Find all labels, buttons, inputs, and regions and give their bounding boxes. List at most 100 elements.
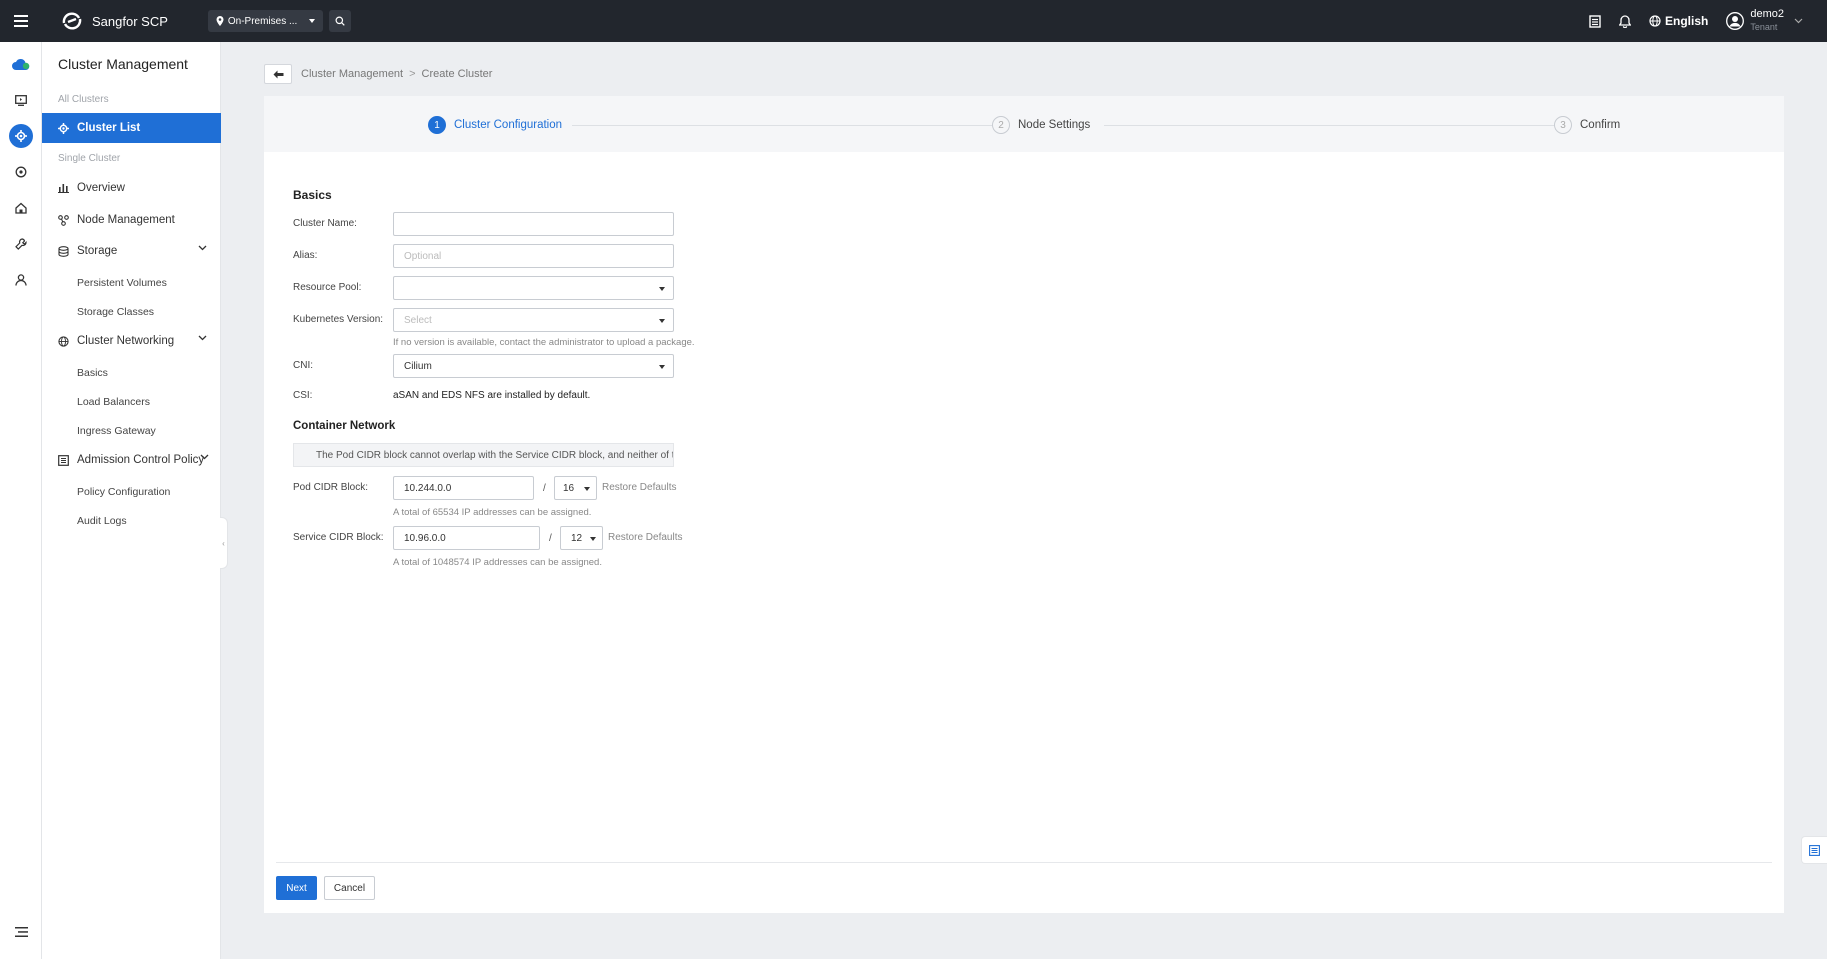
cni-label: CNI: — [293, 360, 313, 371]
step-node-settings[interactable]: 2 Node Settings — [992, 116, 1090, 134]
sidebar-item-label: Cluster List — [77, 122, 141, 134]
step-number: 2 — [992, 116, 1010, 134]
cidr-notice-text: The Pod CIDR block cannot overlap with t… — [316, 449, 673, 461]
home-icon[interactable] — [9, 196, 33, 220]
brand-logo[interactable]: Sangfor SCP — [60, 9, 168, 33]
sidebar-item-audit-logs[interactable]: Audit Logs — [77, 515, 127, 527]
step-indicator: 1 Cluster Configuration 2 Node Settings … — [264, 96, 1784, 152]
monitor-icon[interactable] — [9, 88, 33, 112]
cancel-button[interactable]: Cancel — [324, 876, 375, 900]
sidebar-item-overview[interactable]: Overview — [42, 173, 221, 203]
bell-icon[interactable] — [1619, 14, 1632, 28]
breadcrumb-separator: > — [409, 68, 416, 80]
cloud-icon[interactable] — [9, 52, 33, 76]
step-confirm[interactable]: 3 Confirm — [1554, 116, 1620, 134]
sidebar-item-storage-classes[interactable]: Storage Classes — [77, 306, 154, 318]
kubernetes-version-hint: If no version is available, contact the … — [393, 337, 695, 348]
step-label: Cluster Configuration — [454, 119, 563, 131]
resource-pool-select[interactable] — [393, 276, 674, 300]
alias-input[interactable]: Optional — [393, 244, 674, 268]
sidebar-item-cluster-list[interactable]: Cluster List — [42, 113, 221, 143]
pod-cidr-label: Pod CIDR Block: — [293, 482, 369, 493]
sangfor-logo-icon — [62, 12, 82, 30]
service-cidr-mask-select[interactable]: 12 — [560, 526, 603, 550]
collapse-menu-icon[interactable] — [9, 920, 33, 944]
language-label: English — [1665, 14, 1709, 28]
sidebar-item-storage[interactable]: Storage — [42, 236, 221, 266]
step-label: Confirm — [1580, 119, 1621, 131]
pod-cidr-mask-select[interactable]: 16 — [554, 476, 597, 500]
globe-icon — [58, 335, 69, 347]
alias-placeholder: Optional — [404, 250, 442, 262]
sidebar-item-persistent-volumes[interactable]: Persistent Volumes — [77, 277, 167, 289]
sidebar-collapse-handle[interactable]: ‹ — [220, 517, 228, 569]
bar-chart-icon — [58, 184, 69, 193]
footer-divider — [276, 862, 1772, 863]
sidebar-item-ingress-gateway[interactable]: Ingress Gateway — [77, 425, 156, 437]
step-connector — [572, 125, 992, 126]
avatar-icon — [1726, 12, 1745, 30]
step-number: 3 — [1554, 116, 1572, 134]
back-button[interactable] — [264, 64, 292, 84]
caret-down-icon — [659, 365, 665, 369]
region-selector[interactable]: On-Premises ... — [207, 10, 324, 32]
step-cluster-configuration[interactable]: 1 Cluster Configuration — [428, 116, 562, 134]
resource-pool-label: Resource Pool: — [293, 282, 362, 293]
csi-value: aSAN and EDS NFS are installed by defaul… — [393, 390, 591, 401]
gear-icon — [58, 122, 69, 134]
top-bar: Sangfor SCP On-Premises ... English demo… — [0, 0, 1827, 42]
search-button[interactable] — [329, 10, 352, 32]
service-cidr-slash: / — [549, 533, 552, 544]
list-icon — [1809, 844, 1820, 856]
pod-cidr-input[interactable]: 10.244.0.0 — [393, 476, 534, 500]
service-cidr-hint: A total of 1048574 IP addresses can be a… — [393, 557, 602, 568]
nodes-icon — [58, 214, 69, 226]
service-cidr-restore-defaults-link[interactable]: Restore Defaults — [608, 532, 682, 543]
sidebar-group-single-cluster: Single Cluster — [58, 153, 121, 164]
pod-cidr-slash: / — [543, 483, 546, 494]
sidebar-item-label: Node Management — [77, 214, 175, 226]
floating-panel-button[interactable] — [1801, 836, 1827, 864]
document-icon[interactable] — [1589, 14, 1601, 28]
network-hub-icon[interactable] — [9, 160, 33, 184]
database-icon — [58, 245, 69, 257]
sidebar-item-label: Cluster Networking — [77, 335, 175, 347]
csi-label: CSI: — [293, 390, 313, 401]
container-network-section-title: Container Network — [293, 420, 396, 432]
cluster-name-input[interactable] — [393, 212, 674, 236]
sidebar-item-policy-configuration[interactable]: Policy Configuration — [77, 486, 170, 498]
sidebar-item-cluster-networking[interactable]: Cluster Networking — [42, 326, 221, 356]
kubernetes-version-placeholder: Select — [404, 314, 432, 326]
globe-icon — [1649, 15, 1661, 27]
icon-rail — [0, 42, 42, 959]
cni-select[interactable]: Cilium — [393, 354, 674, 378]
cni-value: Cilium — [404, 360, 432, 372]
sidebar-item-label: Storage — [77, 245, 118, 257]
sidebar-item-load-balancers[interactable]: Load Balancers — [77, 396, 150, 408]
next-button[interactable]: Next — [276, 876, 317, 900]
sidebar-item-admission-control-policy[interactable]: Admission Control Policy — [42, 445, 221, 475]
pod-cidr-restore-defaults-link[interactable]: Restore Defaults — [602, 482, 676, 493]
kubernetes-version-select[interactable]: Select — [393, 308, 674, 332]
step-number: 1 — [428, 116, 446, 134]
sidebar-item-node-management[interactable]: Node Management — [42, 205, 221, 235]
chevron-down-icon — [198, 335, 207, 341]
sidebar-title: Cluster Management — [58, 56, 188, 72]
caret-down-icon — [584, 487, 590, 491]
pod-cidr-mask-value: 16 — [563, 482, 575, 494]
caret-down-icon — [659, 287, 665, 291]
wrench-icon[interactable] — [9, 232, 33, 256]
language-selector[interactable]: English — [1649, 14, 1708, 28]
service-cidr-label: Service CIDR Block: — [293, 532, 384, 543]
service-cidr-input[interactable]: 10.96.0.0 — [393, 526, 540, 550]
user-menu[interactable]: demo2 Tenant — [1726, 8, 1803, 34]
chevron-down-icon — [198, 245, 207, 251]
sidebar: Cluster Management All Clusters Cluster … — [42, 42, 228, 959]
breadcrumb-parent[interactable]: Cluster Management — [301, 68, 403, 80]
menu-icon[interactable] — [0, 0, 42, 42]
sidebar-item-basics[interactable]: Basics — [77, 367, 108, 379]
user-name: demo2 — [1750, 8, 1784, 20]
caret-down-icon — [659, 319, 665, 323]
user-icon[interactable] — [9, 268, 33, 292]
cluster-settings-icon[interactable] — [9, 124, 33, 148]
